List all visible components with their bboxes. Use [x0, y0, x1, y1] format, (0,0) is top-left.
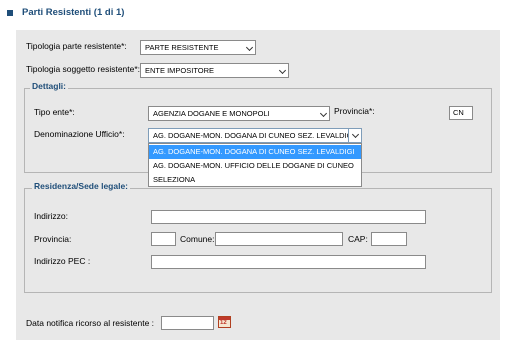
comune-label: Comune: [180, 234, 215, 244]
tipologia-parte-value: PARTE RESISTENTE [145, 43, 219, 52]
chevron-down-icon [278, 66, 287, 75]
section-marker-icon [7, 10, 13, 16]
indirizzo-input[interactable] [151, 210, 426, 224]
residenza-provincia-input[interactable] [151, 232, 176, 246]
denominazione-select[interactable]: AG. DOGANE-MON. DOGANA DI CUNEO SEZ. LEV… [148, 128, 362, 143]
denominazione-dropdown-list: AG. DOGANE-MON. DOGANA DI CUNEO SEZ. LEV… [148, 143, 362, 187]
tipologia-soggetto-value: ENTE IMPOSITORE [145, 66, 215, 75]
data-notifica-label: Data notifica ricorso al resistente : [26, 318, 155, 328]
cap-input[interactable] [371, 232, 407, 246]
indirizzo-label: Indirizzo: [34, 211, 69, 221]
cap-label: CAP: [348, 234, 368, 244]
calendar-icon-number: 12 [220, 320, 227, 326]
chevron-down-icon [245, 43, 254, 52]
dropdown-option[interactable]: AG. DOGANE-MON. UFFICIO DELLE DOGANE DI … [149, 159, 361, 173]
denominazione-label: Denominazione Ufficio*: [34, 129, 125, 139]
pec-input[interactable] [151, 255, 426, 269]
dropdown-option[interactable]: AG. DOGANE-MON. DOGANA DI CUNEO SEZ. LEV… [149, 145, 361, 159]
section-title: Parti Resistenti (1 di 1) [22, 7, 125, 18]
chevron-down-icon [351, 130, 360, 139]
chevron-down-icon [319, 109, 328, 118]
pec-label: Indirizzo PEC : [34, 256, 91, 266]
comune-input[interactable] [215, 232, 343, 246]
provincia-input[interactable]: CN [449, 106, 473, 120]
tipologia-parte-select[interactable]: PARTE RESISTENTE [140, 40, 256, 55]
residenza-legend: Residenza/Sede legale: [32, 181, 131, 192]
calendar-icon[interactable]: 12 [218, 316, 231, 328]
tipo-ente-select[interactable]: AGENZIA DOGANE E MONOPOLI [148, 106, 330, 121]
tipo-ente-label: Tipo ente*: [34, 107, 75, 117]
dettagli-legend: Dettagli: [30, 81, 68, 92]
dropdown-toggle[interactable] [348, 129, 361, 142]
dropdown-option[interactable]: SELEZIONA [149, 173, 361, 187]
tipologia-parte-label: Tipologia parte resistente*: [26, 41, 127, 51]
residenza-provincia-label: Provincia: [34, 234, 72, 244]
tipologia-soggetto-label: Tipologia soggetto resistente*: [26, 64, 141, 74]
tipo-ente-value: AGENZIA DOGANE E MONOPOLI [153, 109, 270, 118]
tipologia-soggetto-select[interactable]: ENTE IMPOSITORE [140, 63, 289, 78]
data-notifica-input[interactable] [161, 316, 214, 330]
provincia-label: Provincia*: [334, 106, 375, 116]
denominazione-value: AG. DOGANE-MON. DOGANA DI CUNEO SEZ. LEV… [153, 131, 355, 140]
